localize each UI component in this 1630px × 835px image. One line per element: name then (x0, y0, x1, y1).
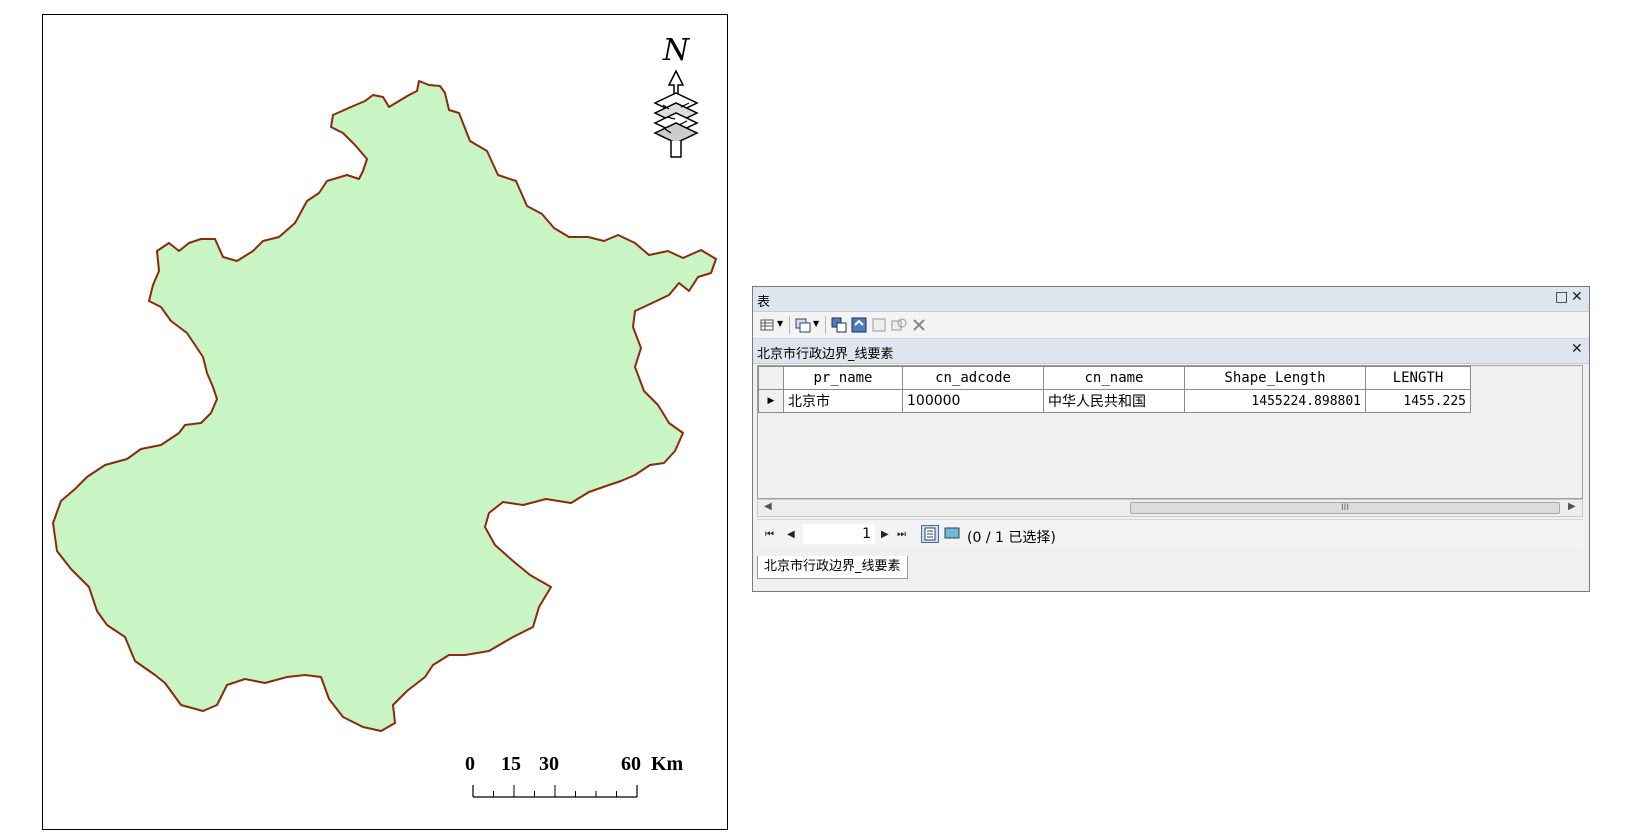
layer-table-title: 北京市行政边界_线要素 (757, 347, 894, 362)
previous-record-icon[interactable]: ◀ (787, 529, 795, 540)
toolbar-separator (825, 316, 826, 334)
table-options-dropdown-icon[interactable]: ▼ (777, 319, 783, 328)
scale-bar-ticks (472, 785, 638, 798)
table-row[interactable]: ▶ 北京市 100000 中华人民共和国 1455224.898801 1455… (758, 389, 1471, 413)
scroll-left-icon[interactable]: ◀ (764, 501, 772, 512)
switch-selection-icon[interactable] (851, 317, 867, 333)
scrollbar-thumb[interactable]: III (1130, 502, 1560, 514)
show-selected-records-icon[interactable] (943, 525, 961, 543)
table-window-titlebar: 表 □ ✕ (753, 287, 1589, 312)
record-navigation-bar: ⏮ ◀ 1 ▶ ⏭ (0 / 1 已选择) (757, 519, 1583, 550)
related-tables-icon[interactable] (795, 317, 811, 333)
column-header-length[interactable]: LENGTH (1365, 366, 1471, 390)
close-icon[interactable]: ✕ (1571, 289, 1583, 305)
header-row: pr_name cn_adcode cn_name Shape_Length L… (758, 366, 1471, 390)
beijing-boundary-map (52, 80, 717, 732)
cell-pr-name[interactable]: 北京市 (783, 389, 903, 413)
selection-status: (0 / 1 已选择) (967, 530, 1056, 546)
table-options-icon[interactable] (759, 317, 775, 333)
next-record-icon[interactable]: ▶ (881, 529, 889, 540)
attribute-table-window: 表 □ ✕ ▼ ▼ 北京市行政边界_线要素 ✕ pr_name cn_adcod… (752, 286, 1590, 592)
attribute-table: pr_name cn_adcode cn_name Shape_Length L… (758, 366, 1471, 413)
horizontal-scrollbar[interactable]: ◀ III ▶ (757, 499, 1583, 517)
cell-shape-length[interactable]: 1455224.898801 (1184, 389, 1366, 413)
last-record-icon[interactable]: ⏭ (897, 529, 906, 540)
select-by-attributes-icon[interactable] (831, 317, 847, 333)
layer-tab[interactable]: 北京市行政边界_线要素 (757, 556, 908, 579)
cell-length[interactable]: 1455.225 (1365, 389, 1471, 413)
row-selector-header[interactable] (758, 366, 784, 390)
column-header-cn-adcode[interactable]: cn_adcode (902, 366, 1044, 390)
first-record-icon[interactable]: ⏮ (765, 529, 774, 540)
layer-table-header: 北京市行政边界_线要素 ✕ (753, 339, 1589, 364)
current-record-field[interactable]: 1 (803, 524, 875, 544)
related-tables-dropdown-icon[interactable]: ▼ (813, 319, 819, 328)
north-arrow-icon (653, 69, 699, 158)
scale-bar: 0 15 30 60 Km (465, 753, 705, 813)
column-header-pr-name[interactable]: pr_name (783, 366, 903, 390)
table-toolbar: ▼ ▼ (753, 312, 1589, 339)
column-header-cn-name[interactable]: cn_name (1043, 366, 1185, 390)
attribute-grid: pr_name cn_adcode cn_name Shape_Length L… (757, 365, 1583, 499)
cell-cn-name[interactable]: 中华人民共和国 (1043, 389, 1185, 413)
clear-selection-icon[interactable] (871, 317, 887, 333)
show-all-records-icon[interactable] (921, 525, 939, 543)
map-layout-frame: N 0 15 30 60 Km (42, 14, 728, 830)
close-table-tab-icon[interactable]: ✕ (1571, 341, 1583, 357)
scroll-right-icon[interactable]: ▶ (1568, 501, 1576, 512)
toolbar-separator (789, 316, 790, 334)
beijing-boundary-polygon[interactable] (52, 80, 717, 732)
row-selector-arrow-icon[interactable]: ▶ (758, 389, 784, 413)
column-header-shape-length[interactable]: Shape_Length (1184, 366, 1366, 390)
north-arrow: N (641, 33, 711, 163)
table-window-title: 表 (757, 295, 771, 310)
delete-selected-icon[interactable] (911, 317, 927, 333)
restore-icon[interactable]: □ (1555, 289, 1568, 305)
zoom-to-selected-icon[interactable] (891, 317, 907, 333)
cell-cn-adcode[interactable]: 100000 (902, 389, 1044, 413)
